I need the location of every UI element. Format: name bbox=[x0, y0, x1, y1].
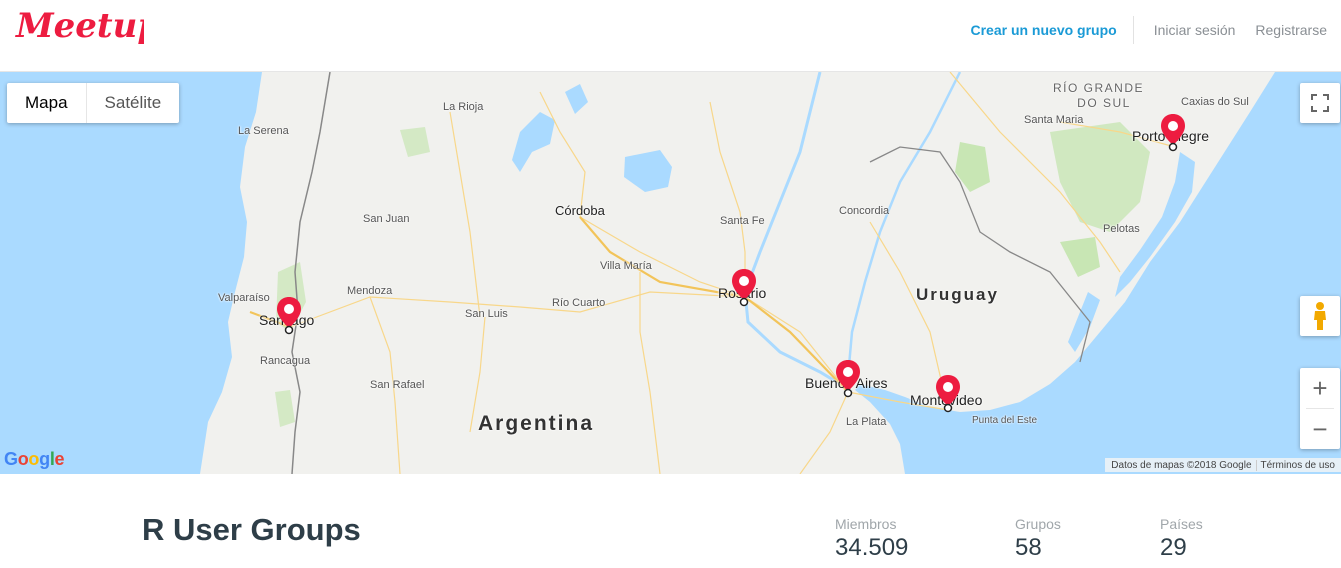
map-label: San Juan bbox=[363, 213, 410, 225]
map-label-country: Argentina bbox=[478, 412, 595, 435]
highways bbox=[249, 216, 849, 393]
header: Meetup Crear un nuevo grupo Iniciar sesi… bbox=[0, 0, 1341, 72]
map-pin-montevideo[interactable] bbox=[935, 374, 961, 414]
map-type-satellite-button[interactable]: Satélite bbox=[85, 83, 180, 123]
map-label: San Luis bbox=[465, 308, 508, 320]
zoom-out-button[interactable]: − bbox=[1300, 409, 1340, 449]
pacific-ocean bbox=[0, 72, 262, 474]
lake bbox=[624, 150, 672, 192]
map-label: Punta del Este bbox=[972, 415, 1038, 426]
map-label: San Rafael bbox=[370, 379, 425, 391]
stat-value: 58 bbox=[1015, 534, 1042, 561]
zoom-in-button[interactable]: + bbox=[1300, 368, 1340, 408]
logo-wordmark: Meetup bbox=[15, 6, 144, 46]
stat-label: Miembros bbox=[835, 516, 897, 532]
map[interactable]: La Rioja La Serena RÍO GRANDE DO SUL Caxi… bbox=[0, 72, 1341, 474]
park bbox=[1060, 237, 1100, 277]
map-label: Pelotas bbox=[1103, 223, 1140, 235]
map-label: La Rioja bbox=[443, 101, 484, 113]
summary-section: R User Groups Miembros 34.509 Grupos 58 … bbox=[0, 474, 1341, 568]
page-title: R User Groups bbox=[142, 512, 361, 547]
header-nav: Crear un nuevo grupo Iniciar sesión Regi… bbox=[970, 16, 1327, 44]
plus-icon: + bbox=[1312, 372, 1328, 403]
google-logo[interactable]: Google bbox=[4, 449, 65, 470]
minus-icon: − bbox=[1312, 413, 1328, 444]
map-label: Concordia bbox=[839, 205, 890, 217]
stat-countries: Países 29 bbox=[1160, 516, 1203, 562]
login-link[interactable]: Iniciar sesión bbox=[1154, 22, 1236, 38]
salt-lake bbox=[512, 112, 555, 172]
map-type-map-button[interactable]: Mapa bbox=[7, 83, 86, 123]
park bbox=[275, 390, 295, 427]
parana-river bbox=[743, 72, 851, 392]
nav-divider bbox=[1132, 16, 1134, 44]
meetup-logo[interactable]: Meetup bbox=[14, 4, 161, 54]
map-label: Rancagua bbox=[260, 355, 311, 367]
map-label: Santa Fe bbox=[720, 215, 765, 227]
stat-value: 29 bbox=[1160, 534, 1187, 561]
park bbox=[955, 142, 990, 192]
map-label: La Plata bbox=[846, 416, 887, 428]
map-type-control: Mapa Satélite bbox=[7, 83, 180, 123]
map-pin-rosario[interactable] bbox=[731, 268, 757, 308]
map-label-region: RÍO GRANDE DO SUL bbox=[1053, 81, 1145, 110]
map-label-country: Uruguay bbox=[916, 285, 999, 304]
map-attribution: Datos de mapas ©2018 Google Términos de … bbox=[1105, 458, 1341, 472]
park bbox=[400, 127, 430, 157]
fullscreen-button[interactable] bbox=[1300, 83, 1340, 123]
map-label: Caxias do Sul bbox=[1181, 96, 1249, 108]
map-label: Río Cuarto bbox=[552, 297, 606, 309]
terms-link[interactable]: Términos de uso bbox=[1255, 459, 1339, 471]
map-data-credit: Datos de mapas ©2018 Google bbox=[1111, 459, 1252, 471]
zoom-control: + − bbox=[1300, 368, 1340, 449]
pegman-icon bbox=[1314, 302, 1326, 330]
map-label: Mendoza bbox=[347, 285, 393, 297]
map-pin-buenos-aires[interactable] bbox=[835, 359, 861, 399]
stat-value: 34.509 bbox=[835, 534, 909, 561]
map-label: Córdoba bbox=[555, 203, 605, 218]
stat-groups: Grupos 58 bbox=[1015, 516, 1061, 562]
create-group-link[interactable]: Crear un nuevo grupo bbox=[970, 22, 1132, 38]
stat-label: Grupos bbox=[1015, 516, 1061, 532]
map-label: Valparaíso bbox=[218, 292, 270, 304]
map-label: La Serena bbox=[238, 125, 289, 137]
stat-members: Miembros 34.509 bbox=[835, 516, 908, 562]
map-label: Santa Maria bbox=[1024, 114, 1084, 126]
street-view-button[interactable] bbox=[1300, 296, 1340, 336]
uruguay-river bbox=[846, 72, 962, 378]
stat-label: Países bbox=[1160, 516, 1203, 532]
map-pin-santiago[interactable] bbox=[276, 296, 302, 336]
map-label: Villa María bbox=[600, 260, 652, 272]
register-link[interactable]: Registrarse bbox=[1255, 22, 1327, 38]
fullscreen-icon bbox=[1311, 94, 1329, 112]
salt-lake bbox=[565, 84, 588, 114]
map-pin-porto-alegre[interactable] bbox=[1160, 113, 1186, 153]
